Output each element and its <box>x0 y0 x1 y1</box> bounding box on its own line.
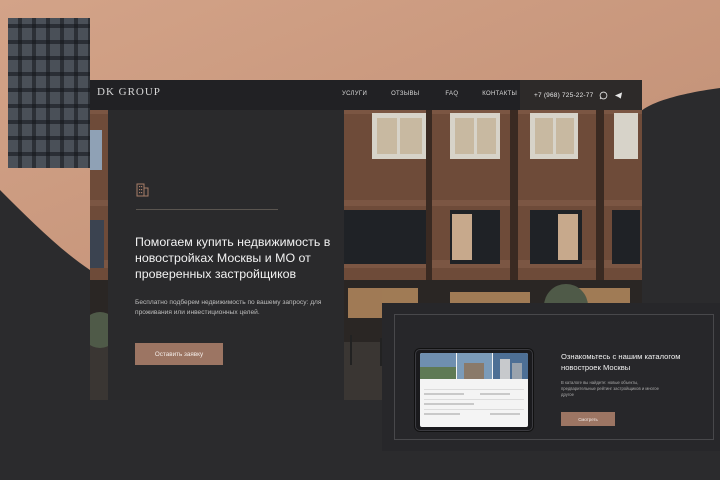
catalog-title: Ознакомьтесь с нашим каталогом новострое… <box>561 352 681 372</box>
catalog-card-frame: Ознакомьтесь с нашим каталогом новострое… <box>394 314 714 440</box>
logo[interactable]: DK GROUP <box>97 87 161 99</box>
whatsapp-icon[interactable] <box>599 91 608 100</box>
nav-item-faq[interactable]: FAQ <box>445 91 458 97</box>
building-photo-thumbnail <box>8 18 90 168</box>
nav-item-services[interactable]: УСЛУГИ <box>342 91 367 97</box>
main-nav: УСЛУГИ ОТЗЫВЫ FAQ КОНТАКТЫ <box>342 91 517 97</box>
view-catalog-button[interactable]: Смотреть <box>561 412 615 426</box>
catalog-description: В каталоге вы найдете: новые объекты, пр… <box>561 380 659 397</box>
hero-title: Помогаем купить недвижимость в новострой… <box>135 235 331 281</box>
nav-item-reviews[interactable]: ОТЗЫВЫ <box>391 91 419 97</box>
tablet-mockup <box>415 349 533 431</box>
hero-subtitle: Бесплатно подберем недвижимость по вашем… <box>135 299 322 316</box>
hero-panel: Помогаем купить недвижимость в новострой… <box>108 110 344 400</box>
logo-text: DK GROUP <box>97 86 161 98</box>
phone-number[interactable]: +7 (968) 725-22-77 <box>534 92 593 99</box>
catalog-preview-photos <box>420 353 528 379</box>
site-header: DK GROUP УСЛУГИ ОТЗЫВЫ FAQ КОНТАКТЫ +7 (… <box>90 80 642 110</box>
catalog-card: Ознакомьтесь с нашим каталогом новострое… <box>382 303 720 451</box>
nav-item-contacts[interactable]: КОНТАКТЫ <box>482 91 517 97</box>
header-contact: +7 (968) 725-22-77 <box>520 80 642 110</box>
building-icon <box>136 183 149 197</box>
leave-request-button[interactable]: Оставить заявку <box>135 343 223 365</box>
divider <box>136 209 278 210</box>
telegram-icon[interactable] <box>614 91 623 100</box>
tablet-screen <box>420 353 528 427</box>
